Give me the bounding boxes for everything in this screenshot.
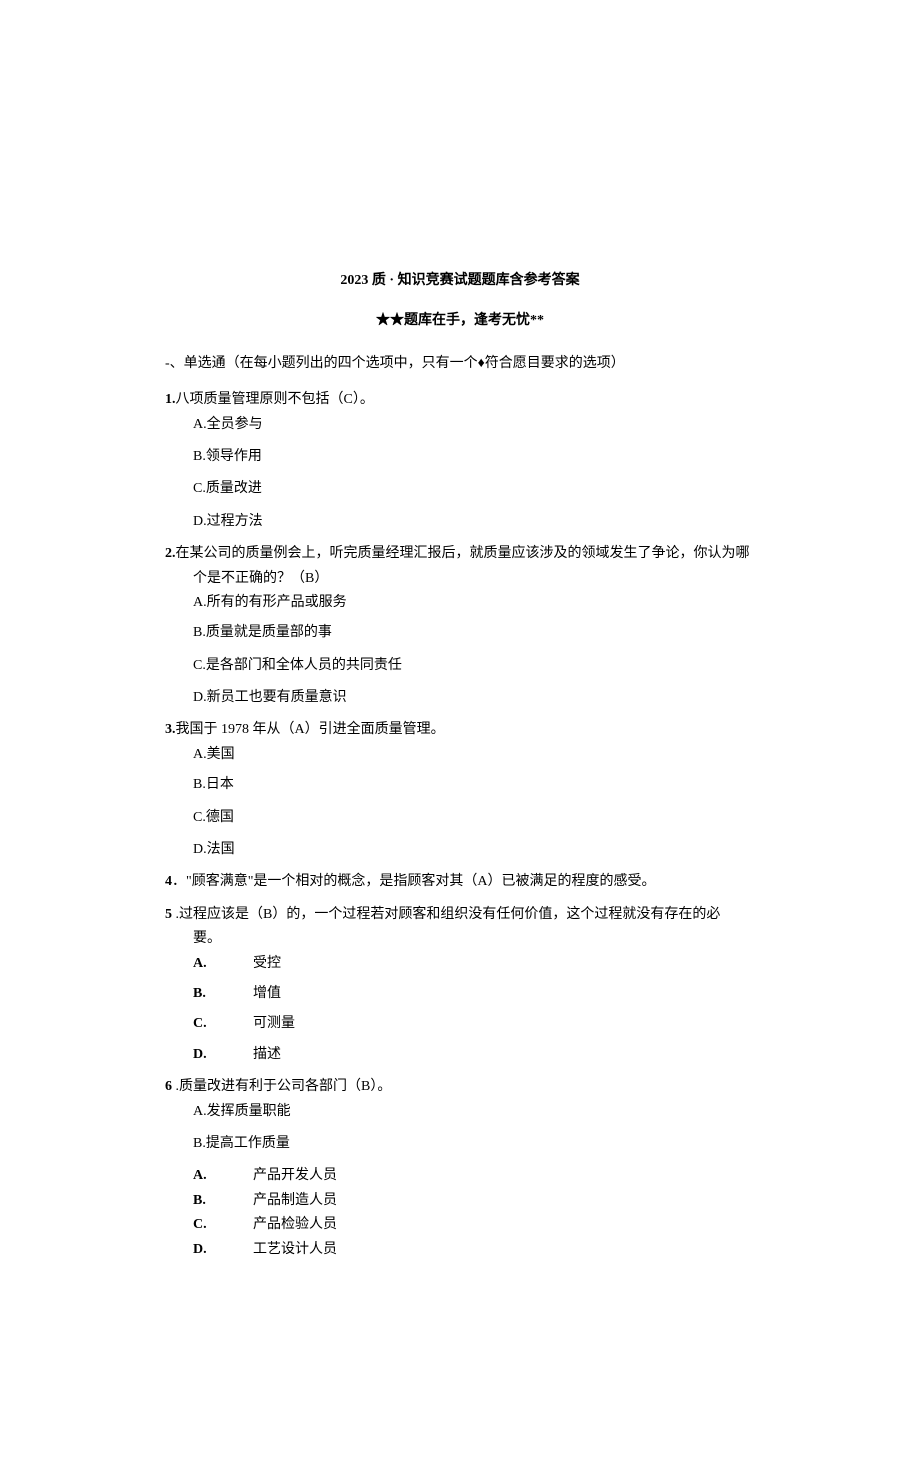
question-3-body: 我国于 1978 年从（A）引进全面质量管理。 xyxy=(176,722,445,737)
question-6-option-a: A.发挥质量职能 xyxy=(165,1101,755,1123)
question-1-option-b: B.领导作用 xyxy=(165,446,755,468)
question-6-extra-c: C.产品检验人员 xyxy=(165,1214,755,1236)
question-1-text: 1.八项质量管理原则不包括（C）。 xyxy=(165,389,755,411)
question-1-option-c: C.质量改进 xyxy=(165,478,755,500)
question-6-extra-b: B.产品制造人员 xyxy=(165,1190,755,1212)
question-6-extra-c-text: 产品检验人员 xyxy=(253,1217,337,1232)
question-5-option-a-label: A. xyxy=(193,953,253,975)
question-5-option-d-label: D. xyxy=(193,1044,253,1066)
question-5-text-line2: 要。 xyxy=(165,928,755,950)
question-2-option-d: D.新员工也要有质量意识 xyxy=(165,687,755,709)
question-2-option-a: A.所有的有形产品或服务 xyxy=(165,592,755,614)
question-3-option-d: D.法国 xyxy=(165,839,755,861)
question-5-option-b: B.增值 xyxy=(165,983,755,1005)
question-4: 4．"顾客满意"是一个相对的概念，是指顾客对其（A）已被满足的程度的感受。 xyxy=(165,871,755,893)
question-5-option-b-text: 增值 xyxy=(253,986,281,1001)
question-5-option-d: D.描述 xyxy=(165,1044,755,1066)
question-6-extra-b-label: B. xyxy=(193,1190,253,1212)
question-5-option-c-label: C. xyxy=(193,1013,253,1035)
question-5-option-c-text: 可测量 xyxy=(253,1016,295,1031)
question-6-extra-c-label: C. xyxy=(193,1214,253,1236)
question-2-text-line1: 2.在某公司的质量例会上，听完质量经理汇报后，就质量应该涉及的领域发生了争论，你… xyxy=(165,543,755,565)
question-6-body: .质量改进有利于公司各部门（B）。 xyxy=(172,1079,391,1094)
question-6-extra-d: D.工艺设计人员 xyxy=(165,1239,755,1261)
question-6-num: 6 xyxy=(165,1076,172,1098)
question-5-option-c: C.可测量 xyxy=(165,1013,755,1035)
question-6-extra-a-label: A. xyxy=(193,1165,253,1187)
question-5-num: 5 xyxy=(165,904,172,926)
question-3-option-a: A.美国 xyxy=(165,744,755,766)
question-6: 6 .质量改进有利于公司各部门（B）。 A.发挥质量职能 B.提高工作质量 A.… xyxy=(165,1076,755,1261)
question-2-num: 2. xyxy=(165,546,176,561)
question-1: 1.八项质量管理原则不包括（C）。 A.全员参与 B.领导作用 C.质量改进 D… xyxy=(165,389,755,533)
question-5-option-d-text: 描述 xyxy=(253,1047,281,1062)
question-3-text: 3.我国于 1978 年从（A）引进全面质量管理。 xyxy=(165,719,755,741)
document-title: 2023 质 · 知识竞赛试题题库含参考答案 xyxy=(165,270,755,292)
question-5-text-line1: 5 .过程应该是（B）的，一个过程若对顾客和组织没有任何价值，这个过程就没有存在… xyxy=(165,904,755,926)
question-6-extra-d-label: D. xyxy=(193,1239,253,1261)
question-2-option-c: C.是各部门和全体人员的共同责任 xyxy=(165,655,755,677)
question-6-text: 6 .质量改进有利于公司各部门（B）。 xyxy=(165,1076,755,1098)
question-1-option-a: A.全员参与 xyxy=(165,414,755,436)
question-3-num: 3. xyxy=(165,722,176,737)
question-2-option-b: B.质量就是质量部的事 xyxy=(165,622,755,644)
question-3-option-c: C.德国 xyxy=(165,807,755,829)
question-3: 3.我国于 1978 年从（A）引进全面质量管理。 A.美国 B.日本 C.德国… xyxy=(165,719,755,861)
question-1-num: 1. xyxy=(165,392,176,407)
question-4-text: 4．"顾客满意"是一个相对的概念，是指顾客对其（A）已被满足的程度的感受。 xyxy=(165,871,755,893)
question-4-num: 4 xyxy=(165,871,172,893)
question-5: 5 .过程应该是（B）的，一个过程若对顾客和组织没有任何价值，这个过程就没有存在… xyxy=(165,904,755,1066)
question-5-option-b-label: B. xyxy=(193,983,253,1005)
question-6-extra-a-text: 产品开发人员 xyxy=(253,1168,337,1183)
question-6-extra-b-text: 产品制造人员 xyxy=(253,1193,337,1208)
question-2: 2.在某公司的质量例会上，听完质量经理汇报后，就质量应该涉及的领域发生了争论，你… xyxy=(165,543,755,709)
question-4-body: ．"顾客满意"是一个相对的概念，是指顾客对其（A）已被满足的程度的感受。 xyxy=(172,874,656,889)
document-subtitle: ★★题库在手，逢考无忧** xyxy=(165,310,755,332)
question-5-body: .过程应该是（B）的，一个过程若对顾客和组织没有任何价值，这个过程就没有存在的必 xyxy=(172,907,720,922)
question-3-option-b: B.日本 xyxy=(165,774,755,796)
question-1-option-d: D.过程方法 xyxy=(165,511,755,533)
question-1-body: 八项质量管理原则不包括（C）。 xyxy=(176,392,374,407)
question-5-option-a-text: 受控 xyxy=(253,956,281,971)
question-2-text-line2: 个是不正确的？（B） xyxy=(165,568,755,590)
section-header: -、单选通（在每小题列出的四个选项中，只有一个♦符合愿目要求的选项） xyxy=(165,353,755,375)
question-6-option-b: B.提高工作质量 xyxy=(165,1133,755,1155)
question-2-body: 在某公司的质量例会上，听完质量经理汇报后，就质量应该涉及的领域发生了争论，你认为… xyxy=(176,546,750,561)
question-5-option-a: A.受控 xyxy=(165,953,755,975)
question-6-extra-d-text: 工艺设计人员 xyxy=(253,1242,337,1257)
question-6-extra-a: A.产品开发人员 xyxy=(165,1165,755,1187)
